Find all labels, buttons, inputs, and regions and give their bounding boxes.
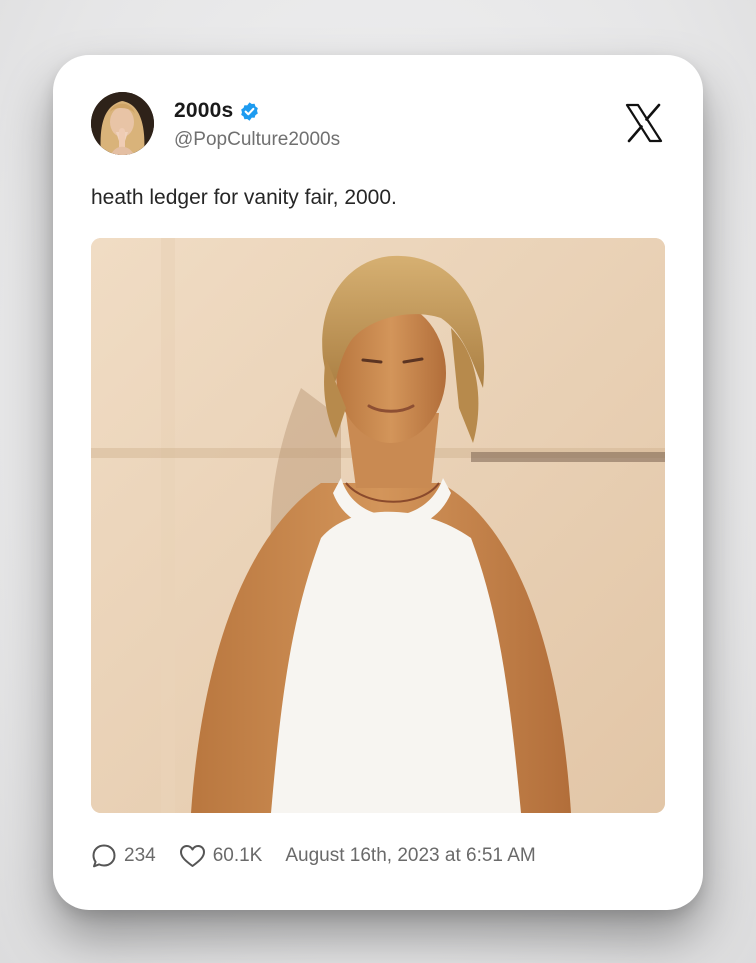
page-background: 2000s @PopCulture2000s heath ledger for … <box>0 0 756 963</box>
author-name-row: 2000s <box>174 99 260 123</box>
tweet-footer: 234 60.1K August 16th, 2023 at 6:51 AM <box>91 843 536 869</box>
tweet-text: heath ledger for vanity fair, 2000. <box>91 186 397 209</box>
tweet-timestamp[interactable]: August 16th, 2023 at 6:51 AM <box>285 845 535 867</box>
like-button[interactable]: 60.1K <box>179 844 263 868</box>
avatar[interactable] <box>91 92 154 155</box>
user-handle[interactable]: @PopCulture2000s <box>174 129 340 151</box>
heart-icon <box>179 845 205 867</box>
tweet-photo[interactable] <box>91 238 665 813</box>
speech-bubble-icon <box>92 844 116 868</box>
like-count: 60.1K <box>212 845 263 866</box>
x-logo-icon[interactable] <box>623 102 665 144</box>
display-name[interactable]: 2000s <box>174 99 233 123</box>
verified-badge-icon <box>241 101 259 121</box>
reply-button[interactable]: 234 <box>91 843 156 869</box>
tweet-card: 2000s @PopCulture2000s heath ledger for … <box>53 55 703 910</box>
reply-count: 234 <box>124 845 156 866</box>
